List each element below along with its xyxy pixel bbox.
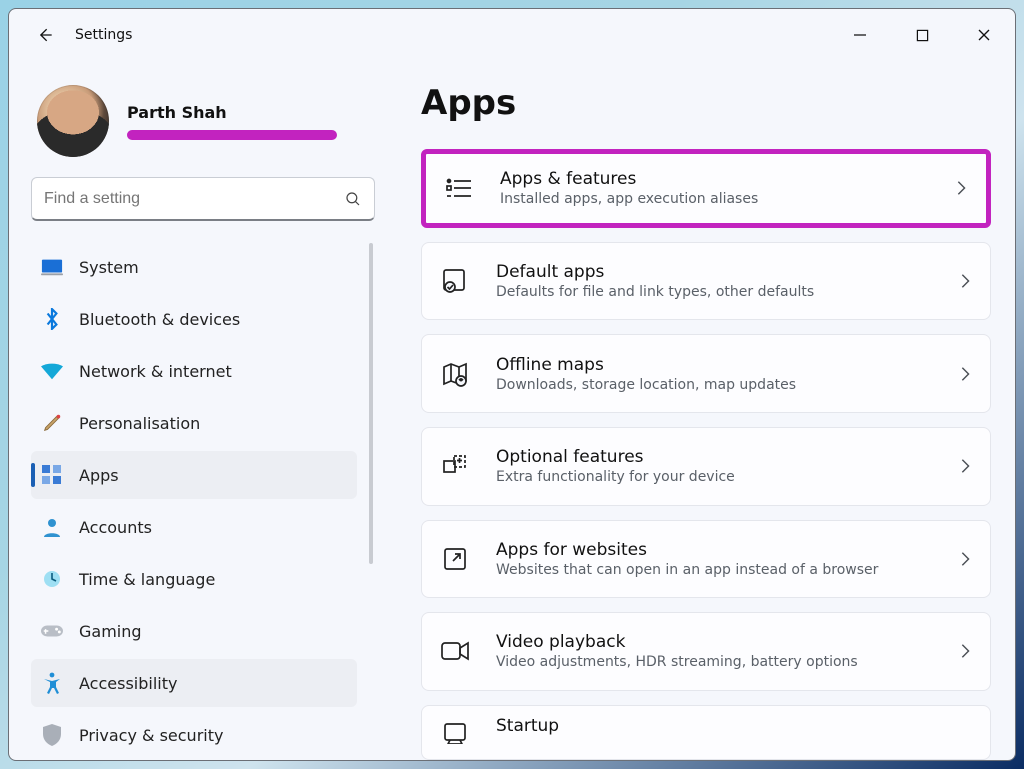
card-subtitle: Video adjustments, HDR streaming, batter…	[496, 654, 934, 670]
sidebar-item-time-language[interactable]: Time & language	[31, 555, 357, 603]
open-external-icon	[438, 542, 472, 576]
paintbrush-icon	[41, 412, 63, 434]
sidebar-item-system[interactable]: System	[31, 243, 357, 291]
card-offline-maps[interactable]: Offline maps Downloads, storage location…	[421, 334, 991, 413]
settings-card-list: Apps & features Installed apps, app exec…	[421, 149, 991, 760]
sidebar-nav: System Bluetooth & devices Network & int…	[31, 243, 375, 759]
display-icon	[41, 256, 63, 278]
sidebar-item-label: Gaming	[79, 622, 142, 641]
sidebar-item-label: Network & internet	[79, 362, 232, 381]
clock-globe-icon	[41, 568, 63, 590]
card-subtitle: Installed apps, app execution aliases	[500, 191, 930, 207]
minimize-button[interactable]	[847, 22, 873, 48]
card-title: Apps & features	[500, 169, 930, 189]
sidebar-scrollbar[interactable]	[369, 243, 373, 564]
default-apps-icon	[438, 264, 472, 298]
sidebar-item-accounts[interactable]: Accounts	[31, 503, 357, 551]
chevron-right-icon	[958, 273, 972, 289]
list-icon	[442, 171, 476, 205]
sidebar-item-label: Privacy & security	[79, 726, 223, 745]
accessibility-icon	[41, 672, 63, 694]
card-video-playback[interactable]: Video playback Video adjustments, HDR st…	[421, 612, 991, 691]
card-startup[interactable]: Startup	[421, 705, 991, 760]
wifi-icon	[41, 360, 63, 382]
startup-icon	[438, 716, 472, 750]
search-icon	[344, 190, 362, 208]
profile-block[interactable]: Parth Shah	[31, 77, 375, 177]
redacted-email	[127, 130, 337, 140]
chevron-right-icon	[958, 366, 972, 382]
back-arrow-icon	[35, 25, 55, 45]
back-button[interactable]	[27, 17, 63, 53]
optional-features-icon	[438, 449, 472, 483]
card-title: Video playback	[496, 632, 934, 652]
settings-window: Settings Parth Shah	[8, 8, 1016, 761]
maximize-button[interactable]	[909, 22, 935, 48]
card-title: Offline maps	[496, 355, 934, 375]
shield-icon	[41, 724, 63, 746]
sidebar-item-gaming[interactable]: Gaming	[31, 607, 357, 655]
sidebar-item-personalisation[interactable]: Personalisation	[31, 399, 357, 447]
bluetooth-icon	[41, 308, 63, 330]
window-controls	[847, 22, 1005, 48]
page-title: Apps	[421, 83, 991, 123]
card-subtitle: Extra functionality for your device	[496, 469, 934, 485]
window-title: Settings	[75, 27, 132, 43]
sidebar-item-label: System	[79, 258, 139, 277]
sidebar-item-bluetooth[interactable]: Bluetooth & devices	[31, 295, 357, 343]
sidebar-item-accessibility[interactable]: Accessibility	[31, 659, 357, 707]
sidebar-item-network[interactable]: Network & internet	[31, 347, 357, 395]
sidebar-item-privacy[interactable]: Privacy & security	[31, 711, 357, 759]
gaming-icon	[41, 620, 63, 642]
titlebar: Settings	[9, 9, 1015, 61]
main-pane: Apps Apps & features Installed apps, app…	[389, 61, 1015, 760]
sidebar-item-label: Personalisation	[79, 414, 200, 433]
card-title: Startup	[496, 716, 972, 736]
card-subtitle: Websites that can open in an app instead…	[496, 562, 934, 578]
card-title: Optional features	[496, 447, 934, 467]
map-icon	[438, 357, 472, 391]
avatar	[37, 85, 109, 157]
sidebar-item-label: Apps	[79, 466, 119, 485]
sidebar-item-label: Time & language	[79, 570, 215, 589]
sidebar-item-label: Bluetooth & devices	[79, 310, 240, 329]
card-apps-for-websites[interactable]: Apps for websites Websites that can open…	[421, 520, 991, 599]
chevron-right-icon	[954, 180, 968, 196]
card-subtitle: Defaults for file and link types, other …	[496, 284, 934, 300]
card-subtitle: Downloads, storage location, map updates	[496, 377, 934, 393]
sidebar-item-apps[interactable]: Apps	[31, 451, 357, 499]
card-title: Default apps	[496, 262, 934, 282]
close-button[interactable]	[971, 22, 997, 48]
close-icon	[977, 28, 991, 42]
search-box[interactable]	[31, 177, 375, 221]
sidebar-item-label: Accessibility	[79, 674, 177, 693]
sidebar-item-label: Accounts	[79, 518, 152, 537]
minimize-icon	[853, 28, 867, 42]
search-input[interactable]	[44, 190, 344, 208]
profile-name: Parth Shah	[127, 103, 337, 122]
person-icon	[41, 516, 63, 538]
video-icon	[438, 634, 472, 668]
maximize-icon	[916, 29, 929, 42]
card-optional-features[interactable]: Optional features Extra functionality fo…	[421, 427, 991, 506]
sidebar: Parth Shah System	[9, 61, 389, 760]
chevron-right-icon	[958, 551, 972, 567]
card-title: Apps for websites	[496, 540, 934, 560]
chevron-right-icon	[958, 643, 972, 659]
apps-grid-icon	[41, 464, 63, 486]
card-default-apps[interactable]: Default apps Defaults for file and link …	[421, 242, 991, 321]
card-apps-features[interactable]: Apps & features Installed apps, app exec…	[421, 149, 991, 228]
chevron-right-icon	[958, 458, 972, 474]
